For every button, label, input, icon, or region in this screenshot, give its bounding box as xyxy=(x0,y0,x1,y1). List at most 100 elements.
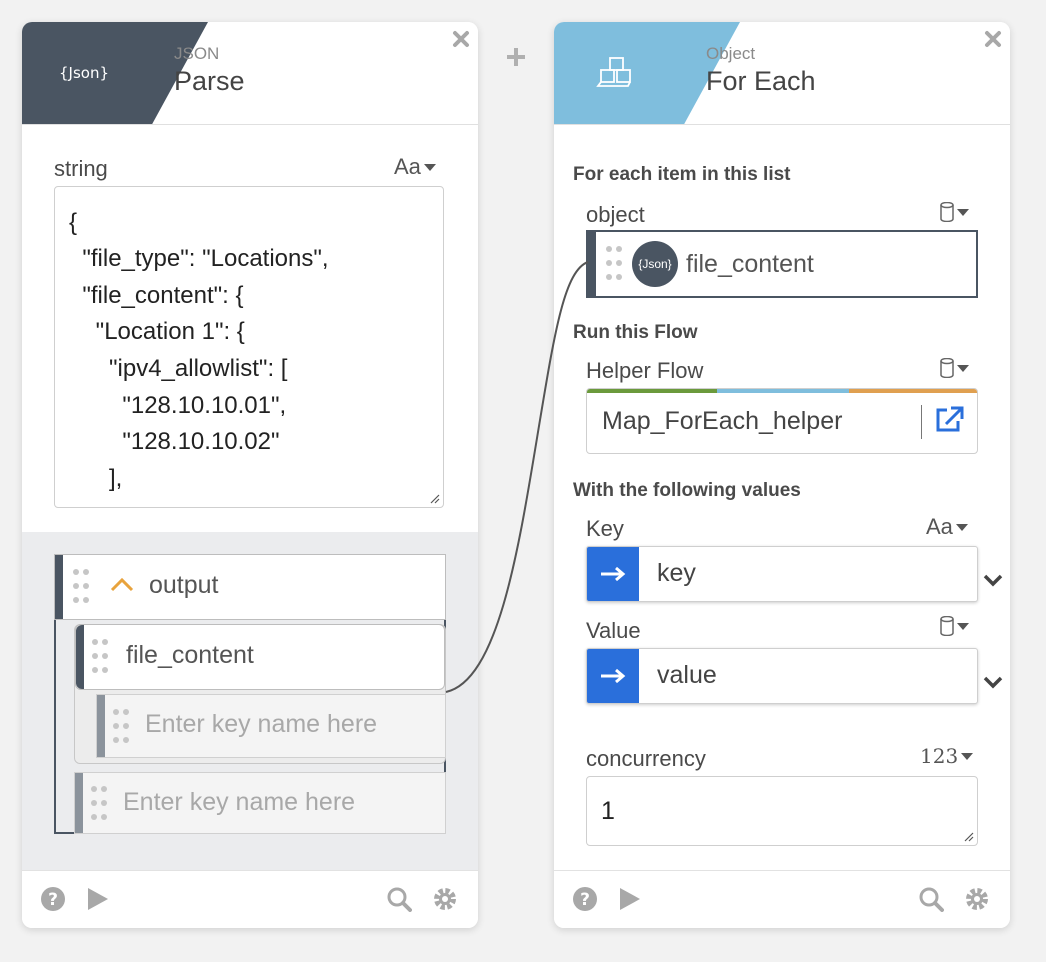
output-node[interactable]: output xyxy=(54,554,446,620)
external-link-icon[interactable] xyxy=(933,405,965,435)
code-line: "Location 1": { xyxy=(69,318,245,345)
type-toggle[interactable]: Aa xyxy=(394,154,436,180)
settings-button[interactable] xyxy=(964,886,990,912)
type-toggle[interactable]: 123 xyxy=(920,744,974,768)
key-name-input[interactable]: Enter key name here xyxy=(96,694,446,758)
output-panel: output file_content Enter key name here … xyxy=(22,532,478,871)
file-content-label: file_content xyxy=(126,641,254,669)
code-line: "128.10.10.02" xyxy=(69,428,280,455)
resize-handle-icon[interactable] xyxy=(962,830,974,842)
string-textarea[interactable]: { "file_type": "Locations", "file_conten… xyxy=(54,186,444,508)
object-label: object xyxy=(586,202,645,227)
type-toggle[interactable] xyxy=(940,202,969,222)
concurrency-value: 1 xyxy=(601,797,615,825)
file-content-chip[interactable]: {Json} file_content xyxy=(586,230,978,298)
section-flow-heading: Run this Flow xyxy=(573,322,698,343)
card-footer: ? xyxy=(554,870,1010,928)
step-category: JSON xyxy=(174,44,220,63)
type-toggle[interactable] xyxy=(940,616,969,636)
chevron-down-icon[interactable] xyxy=(982,674,1004,690)
code-line: { xyxy=(69,209,78,236)
json-icon: {Json} xyxy=(58,64,109,82)
step-title: Parse xyxy=(174,66,245,96)
card-header: {Json} JSON Parse xyxy=(22,22,478,125)
step-category: Object xyxy=(706,44,756,63)
helper-flow-label: Helper Flow xyxy=(586,358,704,383)
code-line: "file_type": "Locations", xyxy=(69,245,329,272)
value-label: Value xyxy=(586,618,641,643)
key-field[interactable]: key xyxy=(586,546,978,602)
section-list-heading: For each item in this list xyxy=(573,164,791,185)
concurrency-label: concurrency xyxy=(586,746,706,771)
key-name-placeholder: Enter key name here xyxy=(145,710,378,738)
string-label: string xyxy=(54,156,108,181)
key-label: Key xyxy=(586,516,624,541)
json-icon: {Json} xyxy=(632,241,678,287)
play-icon xyxy=(88,888,108,910)
gear-icon xyxy=(434,888,456,910)
card-footer: ? xyxy=(22,870,478,928)
settings-button[interactable] xyxy=(432,886,458,912)
search-icon xyxy=(387,887,412,912)
cubes-icon xyxy=(554,22,678,124)
caret-down-icon xyxy=(957,364,969,372)
type-toggle[interactable] xyxy=(940,358,969,378)
mapping-toggle[interactable] xyxy=(587,649,639,703)
database-icon xyxy=(940,202,954,222)
caret-down-icon xyxy=(961,752,974,760)
step-title: For Each xyxy=(706,66,816,96)
play-icon xyxy=(620,888,640,910)
caret-down-icon xyxy=(423,163,436,171)
mapping-toggle[interactable] xyxy=(587,547,639,601)
arrow-right-icon xyxy=(601,566,626,582)
chip-label: file_content xyxy=(686,250,814,278)
svg-text:?: ? xyxy=(580,890,590,910)
resize-handle-icon[interactable] xyxy=(428,492,440,504)
key-name-placeholder-root: Enter key name here xyxy=(123,788,356,816)
type-toggle-label: 123 xyxy=(920,744,959,768)
arrow-right-icon xyxy=(601,668,626,684)
caret-down-icon xyxy=(957,622,969,630)
type-toggle[interactable]: Aa xyxy=(926,514,968,540)
help-icon: ? xyxy=(573,887,597,911)
gear-icon xyxy=(966,888,988,910)
output-label: output xyxy=(149,571,219,599)
search-button[interactable] xyxy=(386,886,412,912)
database-icon xyxy=(940,616,954,636)
value-value: value xyxy=(657,661,717,689)
chevron-down-icon[interactable] xyxy=(982,572,1004,588)
search-button[interactable] xyxy=(918,886,944,912)
plus-icon xyxy=(507,48,525,66)
code-line: "ipv4_allowlist": [ xyxy=(69,355,288,382)
code-line: ], xyxy=(69,465,123,492)
card-header: Object For Each xyxy=(554,22,1010,125)
caret-down-icon xyxy=(955,523,968,531)
object-for-each-card: Object For Each For each item in this li… xyxy=(554,22,1010,928)
run-button[interactable] xyxy=(616,886,642,912)
type-toggle-label: Aa xyxy=(926,514,953,539)
svg-text:?: ? xyxy=(48,890,58,910)
value-field[interactable]: value xyxy=(586,648,978,704)
search-icon xyxy=(919,887,944,912)
file-content-node[interactable]: file_content xyxy=(75,624,445,690)
key-value: key xyxy=(657,559,696,587)
close-icon xyxy=(985,31,1001,47)
close-button[interactable] xyxy=(982,28,1004,50)
add-step-button[interactable] xyxy=(505,46,527,68)
help-button[interactable]: ? xyxy=(40,886,66,912)
section-values-heading: With the following values xyxy=(573,480,801,501)
concurrency-input[interactable]: 1 xyxy=(586,776,978,846)
code-line: "file_content": { xyxy=(69,282,244,309)
helper-flow-field[interactable]: Map_ForEach_helper xyxy=(586,388,978,454)
json-parse-card: {Json} JSON Parse string Aa { "file_type… xyxy=(22,22,478,928)
chevron-up-icon[interactable] xyxy=(109,575,135,593)
helper-flow-value: Map_ForEach_helper xyxy=(602,407,843,435)
help-icon: ? xyxy=(41,887,65,911)
help-button[interactable]: ? xyxy=(572,886,598,912)
key-name-input-root[interactable]: Enter key name here xyxy=(74,772,446,834)
database-icon xyxy=(940,358,954,378)
close-button[interactable] xyxy=(450,28,472,50)
close-icon xyxy=(453,31,469,47)
run-button[interactable] xyxy=(84,886,110,912)
code-line: "128.10.10.01", xyxy=(69,392,287,419)
